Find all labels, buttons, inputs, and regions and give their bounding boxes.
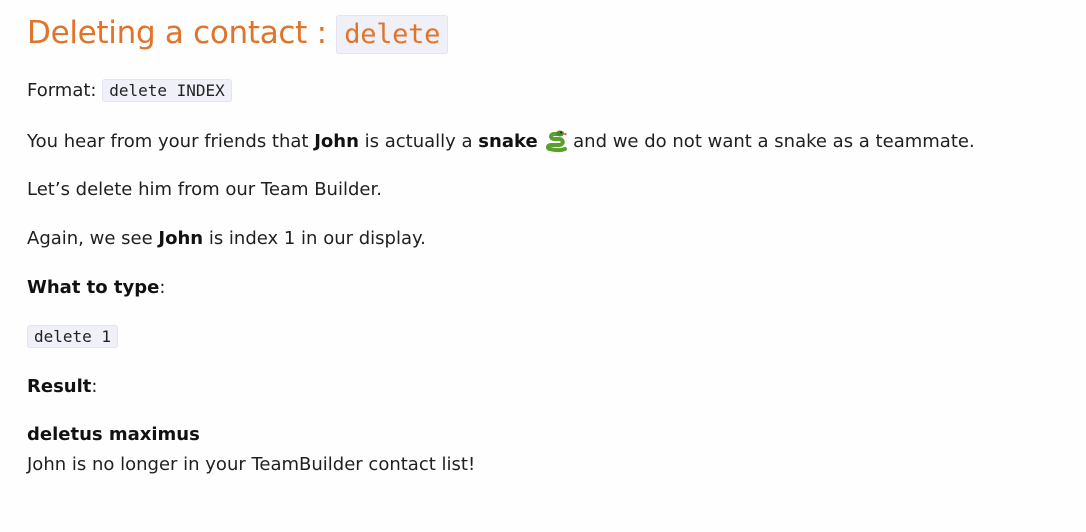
command-example-line: delete 1 xyxy=(27,325,119,349)
snake-word: snake xyxy=(478,131,538,152)
index-prefix: Again, we see xyxy=(27,228,159,249)
what-to-type-label: What to type xyxy=(27,277,160,298)
index-paragraph: Again, we see John is index 1 in our dis… xyxy=(27,227,426,251)
outcome-title-text: deletus maximus xyxy=(27,424,200,445)
intro-prefix: You hear from your friends that xyxy=(27,131,315,152)
result-label: Result xyxy=(27,376,92,397)
result-heading: Result: xyxy=(27,375,97,399)
what-to-type-colon: : xyxy=(159,277,166,298)
snake-icon xyxy=(546,130,568,153)
index-contact-name: John xyxy=(158,228,204,249)
command-example-code: delete 1 xyxy=(27,325,119,348)
intro-paragraph: You hear from your friends that John is … xyxy=(27,129,975,154)
index-suffix: is index 1 in our display. xyxy=(203,228,426,249)
heading-text: Deleting a contact : xyxy=(27,15,337,51)
intro-suffix: and we do not want a snake as a teammate… xyxy=(567,131,975,152)
intro-middle: is actually a xyxy=(358,131,479,152)
outcome-message: John is no longer in your TeamBuilder co… xyxy=(27,454,476,475)
contact-name: John xyxy=(314,131,359,152)
outcome-title: deletus maximus xyxy=(27,423,200,447)
format-label: Format: xyxy=(27,80,103,101)
format-line: Format: delete INDEX xyxy=(27,79,232,103)
heading-command-code: delete xyxy=(336,15,449,54)
section-heading: Deleting a contact : delete xyxy=(27,12,449,56)
format-code: delete INDEX xyxy=(102,79,232,102)
delete-intent-paragraph: Let’s delete him from our Team Builder. xyxy=(27,179,382,200)
what-to-type-heading: What to type: xyxy=(27,276,165,300)
result-colon: : xyxy=(91,376,98,397)
